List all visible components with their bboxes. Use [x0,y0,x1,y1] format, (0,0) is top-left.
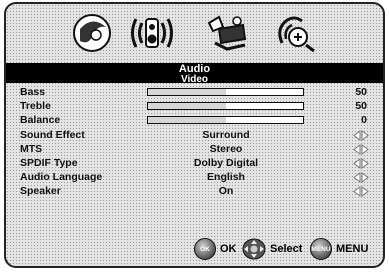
menu-button-icon[interactable]: MENU [310,238,332,260]
menu-hint[interactable]: MENU MENU [310,238,368,260]
setting-label: Speaker [20,185,61,197]
ok-hint-label: OK [220,243,237,255]
setting-label: Sound Effect [20,129,85,141]
setting-value: Stereo [209,143,243,155]
setting-row-treble[interactable]: Treble 50 [6,100,383,113]
setting-row-audio-language[interactable]: Audio Language English [6,171,383,184]
ok-hint[interactable]: OK OK [194,238,237,260]
setup-tab-icon[interactable] [201,9,253,57]
setting-value: 50 [355,100,367,112]
setting-label: SPDIF Type [20,157,78,169]
setting-value: Dolby Digital [193,157,259,169]
directional-pad-icon[interactable] [242,238,266,260]
menu-title-bar: Audio Video [6,63,383,85]
osd-menu-screen: Audio Video Bass 50 Treble 50 Balance 0 … [4,2,385,268]
setting-value: 0 [361,114,367,126]
picture-tab-icon[interactable] [66,9,118,57]
menu-title-overlap: Video [180,74,209,85]
setting-row-balance[interactable]: Balance 0 [6,114,383,127]
audio-tab-icon[interactable] [126,9,178,57]
footer-hints: OK OK Select MENU MENU [6,238,383,260]
setting-value: English [207,171,245,183]
setting-label: Audio Language [20,171,103,183]
left-right-arrows-icon[interactable] [353,172,369,183]
setting-value: On [218,185,234,197]
slider-fill [148,103,226,109]
left-right-arrows-icon[interactable] [353,144,369,155]
treble-slider[interactable] [147,102,304,110]
setting-row-spdif-type[interactable]: SPDIF Type Dolby Digital [6,157,383,170]
setting-value: 50 [355,86,367,98]
channel-tab-icon[interactable] [268,9,320,57]
left-right-arrows-icon[interactable] [353,158,369,169]
setting-row-speaker[interactable]: Speaker On [6,185,383,198]
setting-label: Treble [20,100,51,112]
setting-row-sound-effect[interactable]: Sound Effect Surround [6,129,383,142]
select-hint[interactable]: Select [242,238,302,260]
bass-slider[interactable] [147,88,304,96]
setting-label: Bass [20,86,46,98]
ok-button-icon[interactable]: OK [194,238,216,260]
setting-value: Surround [202,129,250,141]
select-hint-label: Select [270,243,303,255]
slider-fill [148,117,226,123]
slider-fill [148,89,226,95]
setting-label: MTS [20,143,43,155]
left-right-arrows-icon[interactable] [353,186,369,197]
setting-row-mts[interactable]: MTS Stereo [6,143,383,156]
balance-slider[interactable] [147,116,304,124]
setting-row-bass[interactable]: Bass 50 [6,86,383,99]
menu-hint-label: MENU [336,243,369,255]
menu-tab-bar [6,4,383,62]
left-right-arrows-icon[interactable] [353,130,369,141]
setting-label: Balance [20,114,61,126]
